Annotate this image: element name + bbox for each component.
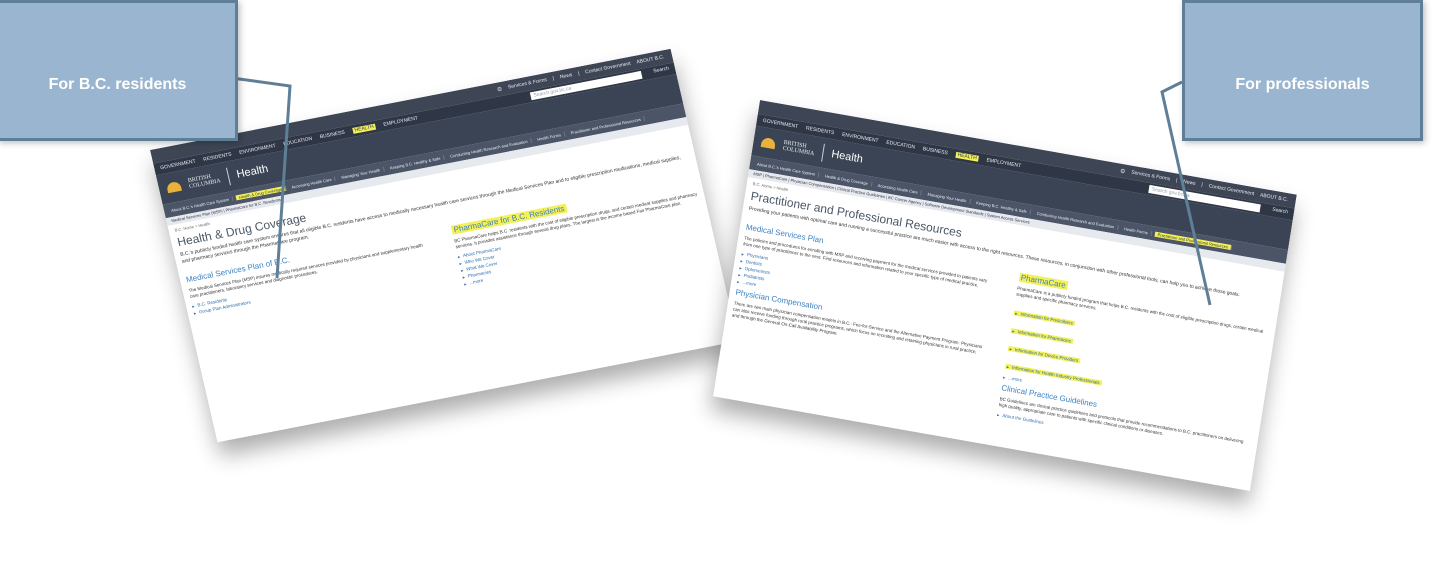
link-info-pharmacies[interactable]: Information for Pharmacies: [1010, 328, 1074, 344]
callout-label: For professionals: [1235, 76, 1370, 93]
search-button[interactable]: Search: [653, 66, 670, 75]
topnav-business[interactable]: BUSINESS: [319, 130, 345, 141]
search-button[interactable]: Search: [1272, 207, 1289, 216]
about-bc-link[interactable]: ABOUT B.C.: [636, 54, 665, 65]
screenshot-professionals: ⚙ Services & Forms | News | Contact Govern…: [713, 100, 1297, 491]
news-link[interactable]: News: [559, 72, 573, 80]
topnav-business[interactable]: BUSINESS: [922, 146, 948, 156]
about-bc-link[interactable]: ABOUT B.C.: [1260, 192, 1289, 203]
topnav-health[interactable]: HEALTH: [352, 123, 377, 134]
subnav-item[interactable]: Health Forms: [533, 131, 566, 142]
site-title: Health: [235, 162, 270, 181]
link-info-device-providers[interactable]: Information for Device Providers: [1007, 345, 1081, 364]
callout-professionals: For professionals: [1182, 0, 1423, 141]
topnav-education[interactable]: EDUCATION: [283, 136, 313, 147]
brand-wordmark: BRITISH COLUMBIA: [187, 173, 222, 191]
brand-divider: [821, 143, 825, 162]
screenshot-bc-residents: ⚙ Services & Forms | News | Contact Govern…: [150, 48, 739, 443]
callout-label: For B.C. residents: [48, 76, 187, 93]
gear-icon: ⚙: [496, 86, 504, 94]
topnav-health[interactable]: HEALTH: [955, 151, 980, 162]
bc-logo-icon[interactable]: [760, 136, 777, 150]
subnav-item[interactable]: Health Forms: [1120, 225, 1153, 236]
topnav-education[interactable]: EDUCATION: [886, 140, 916, 151]
site-title: Health: [830, 148, 864, 166]
callout-bc-residents: For B.C. residents: [0, 0, 238, 141]
brand-wordmark: BRITISH COLUMBIA: [782, 139, 815, 158]
gear-icon: ⚙: [1119, 168, 1126, 175]
topnav-residents[interactable]: RESIDENTS: [203, 152, 232, 163]
bc-logo-icon[interactable]: [165, 180, 182, 194]
news-link[interactable]: News: [1183, 179, 1196, 187]
brand-divider: [225, 167, 232, 186]
link-info-prescribers[interactable]: Information for Prescribers: [1012, 310, 1076, 326]
topnav-residents[interactable]: RESIDENTS: [805, 125, 834, 136]
